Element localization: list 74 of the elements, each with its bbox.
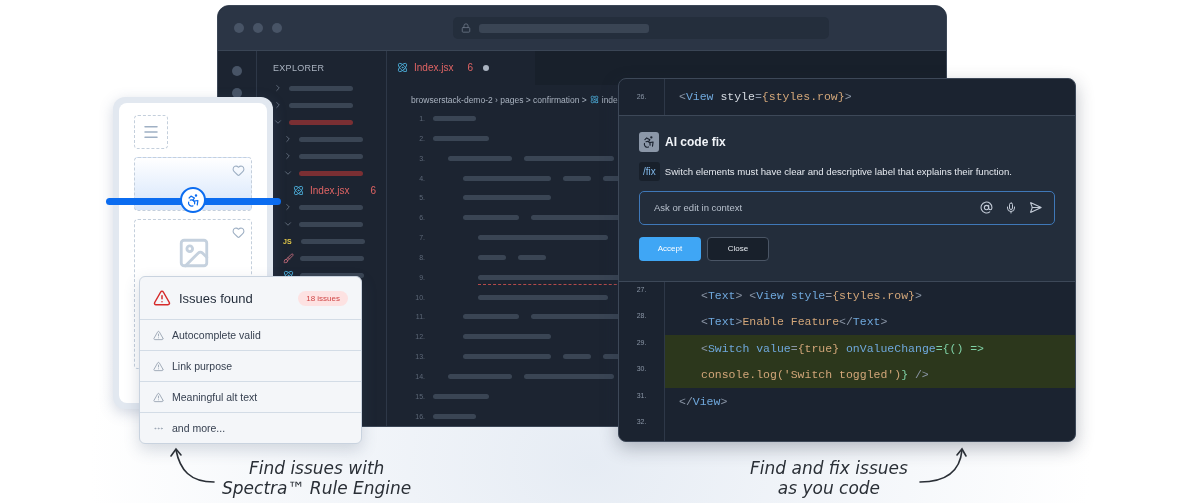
atom-icon	[397, 62, 408, 74]
issue-count-badge: 18 issues	[298, 290, 348, 306]
chevron-down-icon[interactable]	[273, 117, 283, 127]
chevron-down-icon[interactable]	[283, 168, 293, 178]
image-placeholder-icon	[177, 236, 211, 270]
heart-icon	[232, 164, 245, 177]
chevron-right-icon[interactable]	[283, 151, 293, 161]
code-placeholder-bar	[448, 373, 512, 379]
explorer-title: EXPLORER	[273, 63, 326, 73]
panel-title: AI code fix	[665, 134, 726, 149]
send-icon[interactable]	[1029, 201, 1042, 215]
issue-item[interactable]: Autocomplete valid	[140, 320, 361, 351]
curved-arrow-drawing	[168, 446, 218, 486]
file-tab[interactable]: Index.jsx 6	[387, 51, 535, 85]
tab-label: Index.jsx	[414, 62, 454, 74]
code-placeholder-bar	[463, 314, 519, 320]
heart-icon	[232, 226, 245, 239]
window-dot[interactable]	[272, 23, 282, 33]
window-dot[interactable]	[234, 23, 244, 33]
warning-icon	[153, 329, 164, 341]
warning-icon	[153, 289, 171, 307]
code-text: <Text> <View style={styles.row}>	[701, 288, 922, 302]
code-placeholder-bar	[563, 354, 591, 360]
code-placeholder-bar	[463, 215, 519, 221]
code-placeholder-bar	[563, 175, 591, 181]
code-placeholder-bar	[433, 413, 476, 419]
accessibility-icon	[639, 131, 659, 152]
code-placeholder-bar	[433, 135, 489, 141]
chevron-right-icon[interactable]	[273, 100, 283, 110]
error-count: 6	[467, 62, 474, 74]
warning-icon	[153, 360, 164, 372]
file-placeholder-bar	[300, 255, 364, 261]
code-text: <Switch value={true} onValueChange={() =>	[701, 341, 984, 355]
code-placeholder-bar	[448, 155, 512, 161]
ask-input-box[interactable]: Ask or edit in context	[639, 190, 1055, 225]
breadcrumb: browserstack-demo-2 › pages > confirmation >	[411, 94, 587, 105]
file-name[interactable]: Index.jsx	[310, 184, 350, 196]
command-tag: /fix	[639, 161, 660, 181]
microphone-icon[interactable]	[1005, 201, 1017, 214]
code-text: </View>	[679, 394, 728, 408]
lock-icon	[461, 23, 471, 33]
menu-icon	[142, 123, 160, 141]
curved-arrow-drawing	[918, 446, 968, 486]
panel-title: Issues found	[179, 290, 253, 306]
caption: Find and fix issues as you code	[750, 458, 908, 498]
atom-icon	[293, 184, 304, 196]
code-placeholder-bar	[478, 254, 506, 260]
code-placeholder-bar	[433, 393, 489, 399]
chevron-down-icon[interactable]	[283, 219, 293, 229]
file-placeholder-bar	[301, 238, 365, 244]
code-text: <Text>Enable Feature</Text>	[701, 315, 888, 329]
error-count: 6	[370, 184, 376, 196]
code-text: console.log('Switch toggled')} />	[701, 368, 929, 382]
activity-dot[interactable]	[232, 66, 242, 76]
code-placeholder-bar	[518, 254, 546, 260]
code-placeholder-bar	[433, 116, 476, 122]
issue-item[interactable]: and more...	[140, 413, 361, 443]
warning-icon	[153, 391, 164, 403]
issue-item[interactable]: Link purpose	[140, 351, 361, 382]
chevron-right-icon[interactable]	[283, 134, 293, 144]
caption: Find issues with Spectra™ Rule Engine	[222, 458, 412, 498]
chevron-right-icon[interactable]	[273, 83, 283, 93]
brush-icon	[283, 252, 294, 264]
breadcrumb-file: inde	[601, 94, 618, 105]
close-button[interactable]: Close	[707, 236, 769, 261]
chevron-right-icon[interactable]	[283, 202, 293, 212]
code-text: <View style={styles.row}>	[679, 90, 852, 104]
address-bar[interactable]	[453, 17, 829, 39]
ask-input-field[interactable]: Ask or edit in context	[652, 201, 968, 215]
fix-message: Switch elements must have clear and descriptive label that explains their function.	[664, 165, 1012, 177]
issue-item[interactable]: Meaningful alt text	[140, 382, 361, 413]
atom-icon	[589, 95, 599, 105]
at-sign-icon[interactable]	[980, 201, 993, 215]
window-dot[interactable]	[253, 23, 263, 33]
